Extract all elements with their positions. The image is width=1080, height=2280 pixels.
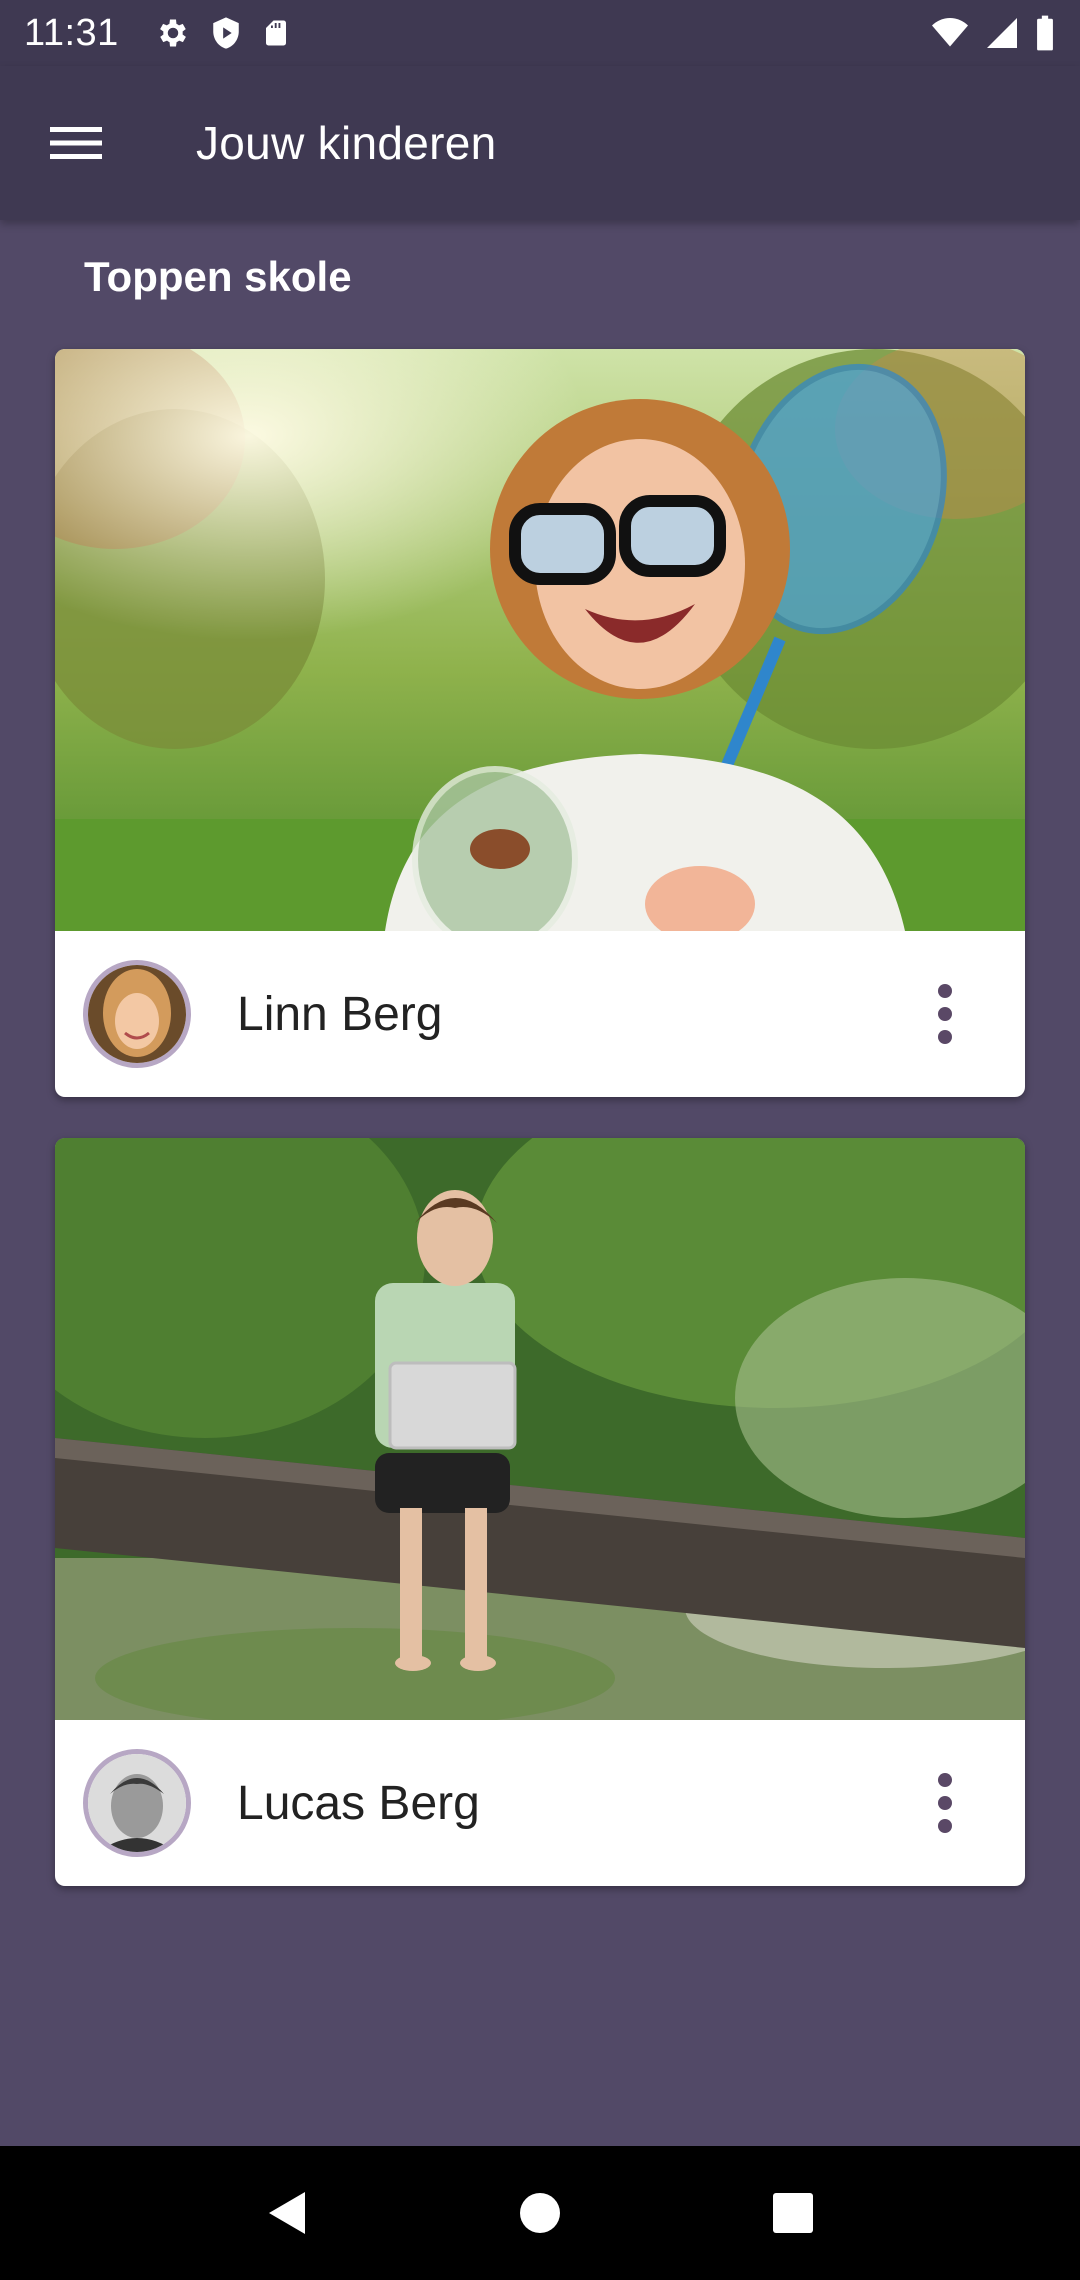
- recents-button[interactable]: [748, 2168, 838, 2258]
- cell-signal-icon: [987, 18, 1017, 48]
- hamburger-menu-icon: [50, 127, 102, 159]
- school-name: Toppen skole: [84, 253, 352, 300]
- status-bar: 11:31: [0, 0, 1080, 66]
- more-vert-icon: [938, 984, 952, 998]
- back-icon: [268, 2192, 305, 2234]
- more-options-button[interactable]: [915, 974, 975, 1054]
- child-card-lucas[interactable]: Lucas Berg: [55, 1138, 1025, 1886]
- wifi-icon: [932, 18, 968, 47]
- avatar: [83, 1749, 191, 1857]
- child-cover-photo: [55, 349, 1025, 931]
- avatar: [83, 960, 191, 1068]
- more-vert-icon: [938, 1773, 952, 1787]
- more-options-button[interactable]: [915, 1763, 975, 1843]
- recents-icon: [773, 2193, 814, 2233]
- system-nav-bar: [0, 2146, 1080, 2280]
- sd-card-icon: [265, 20, 286, 46]
- shield-play-icon: [213, 17, 239, 49]
- battery-icon: [1037, 15, 1053, 51]
- status-icons-right: [930, 14, 1056, 52]
- child-cover-photo: [55, 1138, 1025, 1720]
- child-card-footer: Linn Berg: [55, 931, 1025, 1097]
- back-button[interactable]: [242, 2168, 332, 2258]
- status-time: 11:31: [24, 11, 119, 54]
- home-icon: [519, 2193, 560, 2233]
- app-title: Jouw kinderen: [196, 117, 497, 169]
- app-bar: Jouw kinderen: [0, 66, 1080, 220]
- child-name: Lucas Berg: [237, 1776, 480, 1830]
- menu-button[interactable]: [28, 95, 124, 191]
- child-card-footer: Lucas Berg: [55, 1720, 1025, 1886]
- home-button[interactable]: [495, 2168, 585, 2258]
- gear-icon: [159, 19, 186, 47]
- status-icons-left: [155, 15, 291, 51]
- child-card-linn[interactable]: Linn Berg: [55, 349, 1025, 1097]
- child-name: Linn Berg: [237, 987, 443, 1041]
